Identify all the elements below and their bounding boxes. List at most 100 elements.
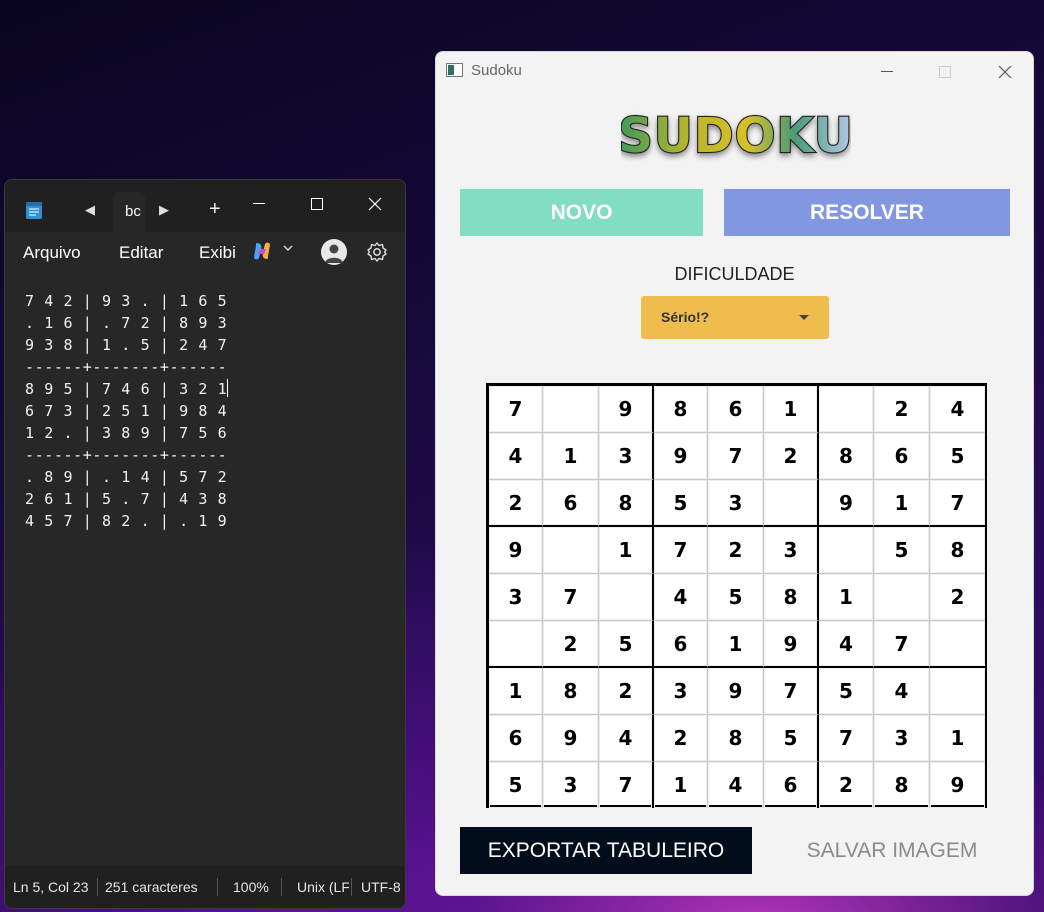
sudoku-cell-r2c3[interactable]: 3 bbox=[599, 433, 654, 480]
sudoku-cell-r5c5[interactable]: 5 bbox=[708, 574, 764, 621]
sudoku-cell-r1c3[interactable]: 9 bbox=[599, 386, 654, 433]
sudoku-cell-r7c1[interactable]: 1 bbox=[489, 668, 543, 715]
tab-scroll-right-icon[interactable]: ▶ bbox=[159, 202, 169, 218]
sudoku-cell-r1c9[interactable]: 4 bbox=[930, 386, 985, 433]
sudoku-cell-r6c6[interactable]: 9 bbox=[764, 621, 819, 668]
sudoku-cell-r2c7[interactable]: 8 bbox=[819, 433, 874, 480]
sudoku-cell-r7c2[interactable]: 8 bbox=[543, 668, 599, 715]
sudoku-cell-r3c5[interactable]: 3 bbox=[708, 480, 764, 527]
sudoku-cell-r5c1[interactable]: 3 bbox=[489, 574, 543, 621]
sudoku-cell-r6c8[interactable]: 7 bbox=[874, 621, 930, 668]
sudoku-cell-r2c4[interactable]: 9 bbox=[654, 433, 708, 480]
sudoku-cell-r2c9[interactable]: 5 bbox=[930, 433, 985, 480]
sudoku-cell-r4c1[interactable]: 9 bbox=[489, 527, 543, 574]
sudoku-cell-r8c5[interactable]: 8 bbox=[708, 715, 764, 762]
sudoku-cell-r6c9[interactable] bbox=[930, 621, 985, 668]
sudoku-cell-r8c7[interactable]: 7 bbox=[819, 715, 874, 762]
sudoku-close-button[interactable] bbox=[985, 58, 1025, 86]
sudoku-cell-r2c2[interactable]: 1 bbox=[543, 433, 599, 480]
sudoku-cell-r6c2[interactable]: 2 bbox=[543, 621, 599, 668]
sudoku-cell-r4c6[interactable]: 3 bbox=[764, 527, 819, 574]
sudoku-cell-r4c4[interactable]: 7 bbox=[654, 527, 708, 574]
sudoku-cell-r7c6[interactable]: 7 bbox=[764, 668, 819, 715]
sudoku-cell-r8c1[interactable]: 6 bbox=[489, 715, 543, 762]
sudoku-cell-r1c2[interactable] bbox=[543, 386, 599, 433]
status-encoding[interactable]: UTF-8 bbox=[361, 879, 401, 895]
sudoku-cell-r7c7[interactable]: 5 bbox=[819, 668, 874, 715]
sudoku-cell-r3c7[interactable]: 9 bbox=[819, 480, 874, 527]
sudoku-cell-r8c2[interactable]: 9 bbox=[543, 715, 599, 762]
sudoku-cell-r5c3[interactable] bbox=[599, 574, 654, 621]
sudoku-cell-r5c4[interactable]: 4 bbox=[654, 574, 708, 621]
sudoku-cell-r7c8[interactable]: 4 bbox=[874, 668, 930, 715]
sudoku-cell-r9c8[interactable]: 8 bbox=[874, 762, 930, 808]
sudoku-cell-r5c7[interactable]: 1 bbox=[819, 574, 874, 621]
solve-button[interactable]: RESOLVER bbox=[724, 189, 1010, 236]
sudoku-cell-r9c3[interactable]: 7 bbox=[599, 762, 654, 808]
sudoku-cell-r8c3[interactable]: 4 bbox=[599, 715, 654, 762]
new-tab-plus-icon[interactable]: + bbox=[209, 198, 221, 221]
sudoku-cell-r4c9[interactable]: 8 bbox=[930, 527, 985, 574]
export-board-button[interactable]: EXPORTAR TABULEIRO bbox=[460, 827, 752, 874]
sudoku-cell-r2c1[interactable]: 4 bbox=[489, 433, 543, 480]
notepad-maximize-button[interactable] bbox=[297, 186, 337, 222]
sudoku-cell-r9c5[interactable]: 4 bbox=[708, 762, 764, 808]
sudoku-cell-r5c8[interactable] bbox=[874, 574, 930, 621]
sudoku-cell-r1c1[interactable]: 7 bbox=[489, 386, 543, 433]
sudoku-cell-r2c5[interactable]: 7 bbox=[708, 433, 764, 480]
sudoku-cell-r2c6[interactable]: 2 bbox=[764, 433, 819, 480]
sudoku-cell-r5c6[interactable]: 8 bbox=[764, 574, 819, 621]
sudoku-cell-r6c5[interactable]: 1 bbox=[708, 621, 764, 668]
sudoku-cell-r7c4[interactable]: 3 bbox=[654, 668, 708, 715]
settings-gear-icon[interactable] bbox=[366, 241, 388, 263]
sudoku-cell-r9c4[interactable]: 1 bbox=[654, 762, 708, 808]
sudoku-cell-r4c3[interactable]: 1 bbox=[599, 527, 654, 574]
sudoku-cell-r1c5[interactable]: 6 bbox=[708, 386, 764, 433]
sudoku-cell-r4c7[interactable] bbox=[819, 527, 874, 574]
sudoku-cell-r6c4[interactable]: 6 bbox=[654, 621, 708, 668]
sudoku-cell-r6c7[interactable]: 4 bbox=[819, 621, 874, 668]
account-avatar-icon[interactable] bbox=[321, 239, 347, 265]
notepad-text-area[interactable]: 7 4 2 | 9 3 . | 1 6 5 . 1 6 | . 7 2 | 8 … bbox=[5, 272, 405, 868]
sudoku-cell-r1c6[interactable]: 1 bbox=[764, 386, 819, 433]
tab-scroll-left-icon[interactable]: ◀ bbox=[85, 202, 95, 218]
menu-view[interactable]: Exibir bbox=[199, 243, 235, 263]
sudoku-cell-r5c9[interactable]: 2 bbox=[930, 574, 985, 621]
sudoku-cell-r3c9[interactable]: 7 bbox=[930, 480, 985, 527]
sudoku-cell-r3c4[interactable]: 5 bbox=[654, 480, 708, 527]
sudoku-cell-r9c6[interactable]: 6 bbox=[764, 762, 819, 808]
new-game-button[interactable]: NOVO bbox=[460, 189, 703, 236]
notepad-minimize-button[interactable] bbox=[239, 186, 279, 222]
menu-edit[interactable]: Editar bbox=[119, 243, 163, 263]
sudoku-cell-r4c2[interactable] bbox=[543, 527, 599, 574]
save-image-button[interactable]: SALVAR IMAGEM bbox=[781, 827, 1003, 874]
sudoku-minimize-button[interactable] bbox=[867, 58, 907, 86]
sudoku-cell-r1c4[interactable]: 8 bbox=[654, 386, 708, 433]
sudoku-cell-r8c4[interactable]: 2 bbox=[654, 715, 708, 762]
sudoku-cell-r6c1[interactable] bbox=[489, 621, 543, 668]
sudoku-cell-r9c1[interactable]: 5 bbox=[489, 762, 543, 808]
sudoku-cell-r3c2[interactable]: 6 bbox=[543, 480, 599, 527]
sudoku-cell-r5c2[interactable]: 7 bbox=[543, 574, 599, 621]
sudoku-cell-r3c1[interactable]: 2 bbox=[489, 480, 543, 527]
sudoku-cell-r1c7[interactable] bbox=[819, 386, 874, 433]
sudoku-cell-r7c5[interactable]: 9 bbox=[708, 668, 764, 715]
sudoku-cell-r4c8[interactable]: 5 bbox=[874, 527, 930, 574]
notepad-close-button[interactable] bbox=[355, 186, 395, 222]
notepad-tab[interactable]: bc bbox=[113, 192, 145, 232]
sudoku-cell-r9c7[interactable]: 2 bbox=[819, 762, 874, 808]
sudoku-cell-r4c5[interactable]: 2 bbox=[708, 527, 764, 574]
copilot-icon[interactable] bbox=[251, 240, 273, 262]
sudoku-cell-r1c8[interactable]: 2 bbox=[874, 386, 930, 433]
chevron-down-icon[interactable] bbox=[283, 244, 293, 252]
sudoku-cell-r3c3[interactable]: 8 bbox=[599, 480, 654, 527]
sudoku-cell-r8c9[interactable]: 1 bbox=[930, 715, 985, 762]
status-zoom[interactable]: 100% bbox=[233, 879, 269, 895]
sudoku-cell-r9c9[interactable]: 9 bbox=[930, 762, 985, 808]
sudoku-cell-r7c3[interactable]: 2 bbox=[599, 668, 654, 715]
sudoku-cell-r8c6[interactable]: 5 bbox=[764, 715, 819, 762]
sudoku-cell-r7c9[interactable] bbox=[930, 668, 985, 715]
sudoku-cell-r2c8[interactable]: 6 bbox=[874, 433, 930, 480]
difficulty-dropdown[interactable]: Sério!? bbox=[641, 296, 829, 339]
status-line-ending[interactable]: Unix (LF) bbox=[297, 879, 349, 895]
